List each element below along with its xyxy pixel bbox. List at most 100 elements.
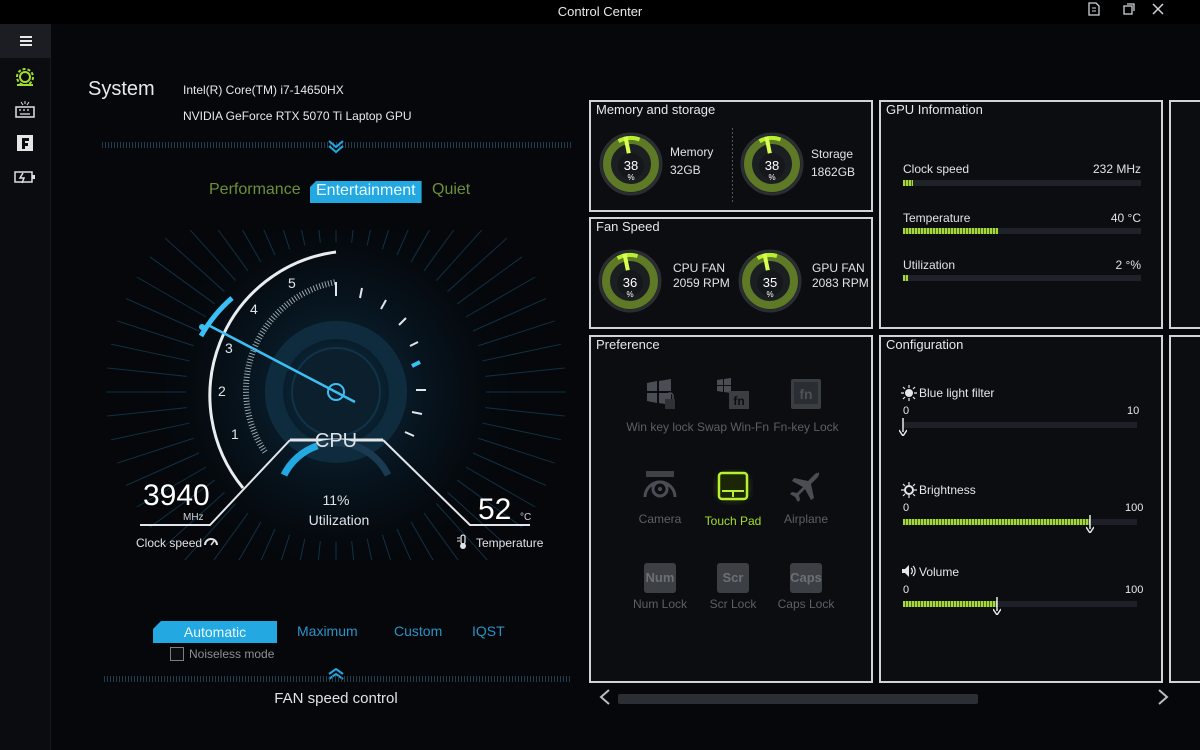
volume-max: 100: [1125, 584, 1144, 596]
gauge-tick-1: 1: [231, 426, 239, 442]
cpu-fan-label: CPU FAN: [673, 261, 726, 275]
memory-ring: 38 %: [599, 132, 663, 196]
camera-icon: [643, 471, 677, 498]
cpu-fan-ring: 36 %: [598, 249, 662, 313]
gpu-clock-value: 232 MHz: [1092, 162, 1141, 176]
utilization-caption: Utilization: [308, 512, 370, 528]
volume-min: 0: [903, 584, 910, 596]
temperature-caption: Temperature: [476, 536, 544, 550]
blue-light-max: 10: [1127, 405, 1140, 417]
temperature-value: 52: [478, 493, 512, 526]
pref-fn-key-lock[interactable]: fn Fn-key Lock: [766, 377, 846, 434]
volume-slider[interactable]: [903, 601, 1137, 607]
gpu-util-bar: [903, 275, 1141, 281]
memory-percent-symbol: %: [627, 173, 634, 182]
horizontal-scrollbar[interactable]: [618, 694, 978, 704]
fan-tab-maximum[interactable]: Maximum: [297, 623, 358, 639]
storage-ring: 38 %: [740, 132, 804, 196]
memory-storage-panel: Memory and storage 38 % Memory 32GB 38 %…: [589, 100, 873, 212]
gpu-temp-label: Temperature: [903, 211, 971, 225]
swap-win-fn-icon: fn: [717, 378, 749, 409]
svg-text:fn: fn: [733, 394, 744, 408]
memory-storage-title: Memory and storage: [596, 102, 716, 117]
brightness-slider[interactable]: [903, 519, 1137, 525]
gpu-fan-rpm: 2083 RPM: [812, 276, 869, 290]
num-lock-icon: Num: [644, 563, 676, 593]
volume-icon: [902, 565, 916, 577]
brightness-handle[interactable]: [1085, 515, 1095, 538]
memory-value: 32GB: [670, 163, 701, 177]
pref-airplane[interactable]: Airplane: [766, 469, 846, 526]
thermometer-icon: [457, 534, 466, 549]
title-bar: Control Center: [0, 0, 1200, 24]
volume-handle[interactable]: [991, 597, 1002, 620]
pref-camera[interactable]: Camera: [620, 469, 700, 526]
fan-tab-custom[interactable]: Custom: [394, 623, 442, 639]
preference-title: Preference: [596, 337, 660, 352]
fan-control-title: FAN speed control: [274, 690, 398, 707]
keyboard-icon[interactable]: [12, 97, 38, 123]
mode-quiet[interactable]: Quiet: [432, 181, 470, 199]
blue-light-icon: [901, 385, 917, 401]
chevron-down-icon[interactable]: [328, 140, 344, 154]
storage-label: Storage: [811, 147, 854, 161]
touchpad-icon: [713, 469, 753, 505]
pref-touch-pad[interactable]: Touch Pad: [693, 469, 773, 528]
pref-num-lock[interactable]: Num Num Lock: [620, 563, 700, 611]
mode-entertainment[interactable]: Entertainment: [310, 181, 422, 203]
cpu-fan-percent: 36: [623, 275, 637, 290]
brightness-min: 0: [903, 502, 910, 514]
memory-divider: [732, 128, 733, 202]
fn-lock-icon: fn: [791, 379, 821, 409]
memory-percent: 38: [624, 158, 638, 173]
mode-performance[interactable]: Performance: [209, 181, 301, 199]
blue-light-slider[interactable]: [903, 422, 1137, 428]
clock-speed-caption: Clock speed: [136, 536, 203, 550]
document-icon[interactable]: [1084, 2, 1104, 20]
gear-icon[interactable]: [12, 64, 38, 90]
gpu-temp-bar: [903, 228, 1141, 234]
configuration-title: Configuration: [886, 337, 964, 352]
window-title: Control Center: [557, 4, 643, 19]
blue-light-label: Blue light filter: [919, 386, 995, 400]
gauge-tick-3: 3: [225, 340, 233, 356]
fan-tab-automatic[interactable]: Automatic: [153, 621, 277, 643]
gauge-tick-5: 5: [288, 275, 296, 291]
scroll-right-icon[interactable]: [1156, 688, 1170, 706]
scroll-lock-icon: Scr: [717, 563, 749, 593]
fan-tab-iqst[interactable]: IQST: [472, 623, 505, 639]
sidebar: [0, 24, 51, 750]
pref-camera-label: Camera: [638, 512, 682, 526]
pref-caps-lock[interactable]: Caps Caps Lock: [766, 563, 846, 611]
pref-win-key-lock[interactable]: Win key lock: [620, 377, 700, 434]
gpu-util-value: 2 °%: [1115, 258, 1141, 272]
hamburger-menu-icon[interactable]: [0, 24, 51, 58]
system-title: System: [88, 78, 155, 100]
close-icon[interactable]: [1148, 2, 1168, 20]
restore-icon[interactable]: [1119, 2, 1139, 20]
pref-touch-pad-label: Touch Pad: [704, 514, 762, 528]
gpu-fan-percent: 35: [763, 275, 777, 290]
configuration-panel: Configuration Blue light filter 0 10 Bri…: [879, 335, 1163, 683]
pref-fn-key-lock-label: Fn-key Lock: [773, 420, 839, 434]
airplane-icon: [790, 472, 820, 502]
storage-percent-symbol: %: [768, 173, 775, 182]
preference-panel: Preference Win key lock fn Swap Win-Fn f…: [589, 335, 873, 683]
noiseless-checkbox[interactable]: [170, 647, 184, 661]
divider-bottom: [104, 676, 572, 682]
blue-light-handle[interactable]: [898, 418, 908, 441]
gpu-fan-ring: 35 %: [738, 249, 802, 313]
cpu-model: Intel(R) Core(TM) i7-14650HX: [183, 83, 344, 97]
volume-label: Volume: [919, 565, 960, 579]
gpu-fan-percent-symbol: %: [766, 290, 773, 299]
pref-swap-win-fn[interactable]: fn Swap Win-Fn: [693, 377, 773, 434]
pref-swap-win-fn-label: Swap Win-Fn: [696, 420, 770, 434]
pref-scr-lock[interactable]: Scr Scr Lock: [693, 563, 773, 611]
brightness-icon: [901, 482, 917, 498]
temperature-unit: °C: [520, 512, 532, 523]
scroll-left-icon[interactable]: [598, 688, 612, 706]
gpu-temp-value: 40 °C: [1110, 211, 1141, 225]
flexikey-icon[interactable]: [12, 130, 38, 156]
noiseless-label: Noiseless mode: [189, 647, 275, 661]
battery-icon[interactable]: [12, 164, 38, 190]
